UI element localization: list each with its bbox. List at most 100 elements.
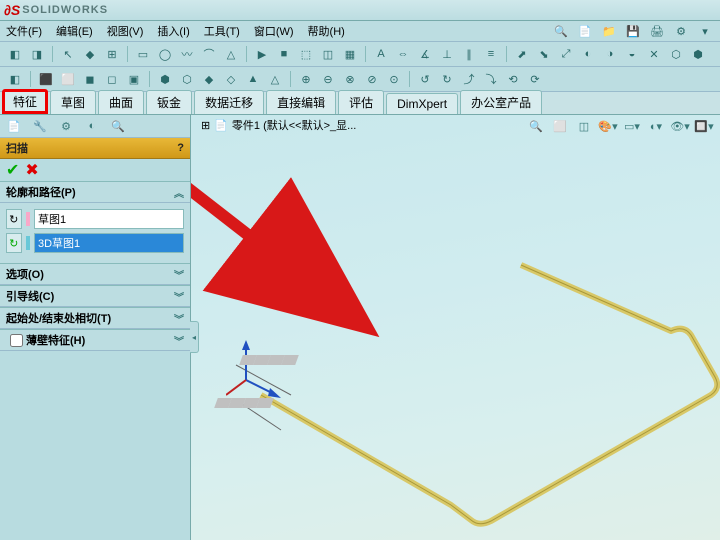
graphics-viewport[interactable]: ⊞ 📄 零件1 (默认<<默认>_显... 🔍 ⬜ ◫ 🎨▾ ▭▾ ◐▾ 👁▾ … <box>191 115 720 540</box>
menu-insert[interactable]: 插入(I) <box>157 23 189 39</box>
lt-search-icon[interactable]: 🔍 <box>108 117 128 135</box>
tb2-icon[interactable]: ⤴ <box>460 70 478 88</box>
tb1-icon[interactable]: ◐ <box>579 45 597 63</box>
tb2-icon[interactable]: ◧ <box>6 70 24 88</box>
tb2-icon[interactable]: ◻ <box>103 70 121 88</box>
menu-settings-icon[interactable]: ⚙ <box>672 22 690 40</box>
ok-button[interactable]: ✔ <box>6 160 19 180</box>
tree-expand-icon[interactable]: ⊞ <box>201 119 210 132</box>
tb2-icon[interactable]: ⟲ <box>504 70 522 88</box>
tb1-play-icon[interactable]: ▶ <box>253 45 271 63</box>
tb1-icon[interactable]: ◑ <box>601 45 619 63</box>
tb2-icon[interactable]: ⊕ <box>297 70 315 88</box>
section-thin[interactable]: 薄壁特征(H) ︾ <box>0 330 190 351</box>
tb2-icon[interactable]: ↺ <box>416 70 434 88</box>
view-hide-icon[interactable]: 👁▾ <box>670 117 690 135</box>
tb1-icon[interactable]: ⊞ <box>103 45 121 63</box>
path-input[interactable] <box>34 233 184 253</box>
menu-search-icon[interactable]: 🔍 <box>552 22 570 40</box>
view-zoom-icon[interactable]: 🔍 <box>526 117 546 135</box>
tb1-icon[interactable]: ≡ <box>482 45 500 63</box>
tab-dimxpert[interactable]: DimXpert <box>386 93 458 114</box>
tb2-icon[interactable]: ⬜ <box>59 70 77 88</box>
tb1-icon[interactable]: ⬢ <box>689 45 707 63</box>
tb1-cursor-icon[interactable]: ↖ <box>59 45 77 63</box>
tb2-icon[interactable]: ↻ <box>438 70 456 88</box>
tb2-icon[interactable]: ⊙ <box>385 70 403 88</box>
tab-directedit[interactable]: 直接编辑 <box>266 90 336 114</box>
menu-help[interactable]: 帮助(H) <box>308 23 345 39</box>
tab-sheetmetal[interactable]: 钣金 <box>146 90 192 114</box>
menu-new-icon[interactable]: 📄 <box>576 22 594 40</box>
tb1-icon[interactable]: ⬡ <box>667 45 685 63</box>
tb1-icon[interactable]: ◫ <box>319 45 337 63</box>
tb2-icon[interactable]: ◼ <box>81 70 99 88</box>
tb1-icon[interactable]: 〰 <box>178 45 196 63</box>
menu-print-icon[interactable]: 🖨 <box>648 22 666 40</box>
view-orient-icon[interactable]: 🎨▾ <box>598 117 618 135</box>
tb1-dim-icon[interactable]: ⇔ <box>394 45 412 63</box>
menu-open-icon[interactable]: 📁 <box>600 22 618 40</box>
tb2-icon[interactable]: ◆ <box>200 70 218 88</box>
menu-view[interactable]: 视图(V) <box>107 23 144 39</box>
tb1-icon[interactable]: ■ <box>275 45 293 63</box>
section-startend[interactable]: 起始处/结束处相切(T) ︾ <box>0 308 190 329</box>
lt-feature-tree-icon[interactable]: 📄 <box>4 117 24 135</box>
section-guide[interactable]: 引导线(C) ︾ <box>0 286 190 307</box>
tab-features[interactable]: 特征 <box>2 89 48 114</box>
section-options[interactable]: 选项(O) ︾ <box>0 264 190 285</box>
lt-config-icon[interactable]: ⚙ <box>56 117 76 135</box>
thin-checkbox[interactable] <box>10 334 23 347</box>
tb2-icon[interactable]: ⬢ <box>156 70 174 88</box>
section-profile-path[interactable]: 轮廓和路径(P) ︽ <box>0 182 190 203</box>
tab-datamigration[interactable]: 数据迁移 <box>194 90 264 114</box>
tb2-icon[interactable]: ▲ <box>244 70 262 88</box>
view-appear-icon[interactable]: 🔲▾ <box>694 117 714 135</box>
menu-edit[interactable]: 编辑(E) <box>56 23 93 39</box>
tb1-icon[interactable]: ⬚ <box>297 45 315 63</box>
view-section-icon[interactable]: ◫ <box>574 117 594 135</box>
menu-window[interactable]: 窗口(W) <box>254 23 294 39</box>
tb1-icon[interactable]: ∡ <box>416 45 434 63</box>
tb1-icon[interactable]: ⬈ <box>513 45 531 63</box>
menu-tools[interactable]: 工具(T) <box>204 23 240 39</box>
tb1-icon[interactable]: ⊥ <box>438 45 456 63</box>
tb2-icon[interactable]: ⊘ <box>363 70 381 88</box>
view-display-icon[interactable]: ▭▾ <box>622 117 642 135</box>
tb1-icon[interactable]: ◧ <box>6 45 24 63</box>
tb2-icon[interactable]: ⤵ <box>482 70 500 88</box>
panel-help-icon[interactable]: ? <box>177 142 184 154</box>
menu-file[interactable]: 文件(F) <box>6 23 42 39</box>
tb1-icon[interactable]: △ <box>222 45 240 63</box>
profile-type-icon[interactable]: ↻ <box>6 209 22 229</box>
panel-collapse-grip[interactable]: ◂ <box>190 321 199 353</box>
tb2-icon[interactable]: ⊖ <box>319 70 337 88</box>
tb2-icon[interactable]: △ <box>266 70 284 88</box>
tb1-icon[interactable]: ∥ <box>460 45 478 63</box>
tab-evaluate[interactable]: 评估 <box>338 90 384 114</box>
view-scene-icon[interactable]: ◐▾ <box>646 117 666 135</box>
view-fit-icon[interactable]: ⬜ <box>550 117 570 135</box>
tb1-icon[interactable]: ▦ <box>341 45 359 63</box>
tb2-icon[interactable]: ⟳ <box>526 70 544 88</box>
tb1-icon[interactable]: ◨ <box>28 45 46 63</box>
tb1-icon[interactable]: ⬊ <box>535 45 553 63</box>
tb2-icon[interactable]: ⬛ <box>37 70 55 88</box>
tb1-icon[interactable]: ✕ <box>645 45 663 63</box>
tb1-icon[interactable]: ⤢ <box>557 45 575 63</box>
tb2-icon[interactable]: ⬡ <box>178 70 196 88</box>
menu-save-icon[interactable]: 💾 <box>624 22 642 40</box>
tb1-icon[interactable]: ◒ <box>623 45 641 63</box>
path-type-icon[interactable]: ↻ <box>6 233 22 253</box>
tb2-icon[interactable]: ⊗ <box>341 70 359 88</box>
tb1-icon[interactable]: ◯ <box>156 45 174 63</box>
tb1-text-icon[interactable]: A <box>372 45 390 63</box>
tab-sketch[interactable]: 草图 <box>50 90 96 114</box>
tab-office[interactable]: 办公室产品 <box>460 90 542 114</box>
tb1-icon[interactable]: ◆ <box>81 45 99 63</box>
cancel-button[interactable]: ✖ <box>25 160 38 180</box>
lt-dimx-icon[interactable]: ◐ <box>82 117 102 135</box>
lt-property-icon[interactable]: 🔧 <box>30 117 50 135</box>
tb2-icon[interactable]: ◇ <box>222 70 240 88</box>
tb1-icon[interactable]: ▭ <box>134 45 152 63</box>
